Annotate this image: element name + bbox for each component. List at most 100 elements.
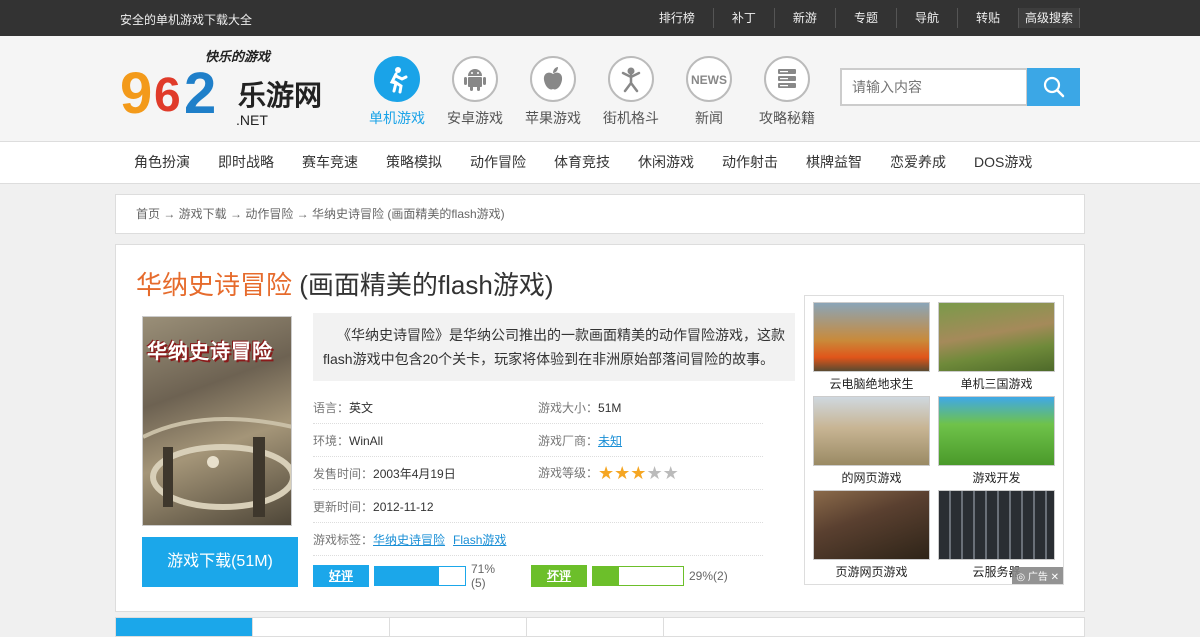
genre-board[interactable]: 棋牌益智 bbox=[792, 142, 876, 183]
top-link-repost[interactable]: 转贴 bbox=[956, 8, 1018, 28]
search-box bbox=[840, 68, 1080, 106]
cover-title: 华纳史诗冒险 bbox=[147, 341, 273, 363]
ad-item[interactable]: 页游网页游戏 bbox=[813, 490, 930, 584]
vendor-link[interactable]: 未知 bbox=[598, 434, 622, 448]
logo-digit-2: 2 bbox=[184, 61, 217, 126]
category-guides[interactable]: 攻略秘籍 bbox=[748, 56, 826, 128]
ad-label: 的网页游戏 bbox=[841, 471, 902, 485]
ad-item[interactable]: 的网页游戏 bbox=[813, 396, 930, 490]
info-icon: ◎ bbox=[1016, 572, 1026, 583]
game-description: 《华纳史诗冒险》是华纳公司推出的一款画面精美的动作冒险游戏，这款flash游戏中… bbox=[313, 313, 795, 381]
tags-label: 游戏标签： bbox=[313, 532, 374, 547]
genre-shooter[interactable]: 动作射击 bbox=[708, 142, 792, 183]
rating-label: 游戏等级： bbox=[538, 465, 599, 480]
tag-link[interactable]: Flash游戏 bbox=[453, 533, 506, 547]
info-row: 发售时间：2003年4月19日 游戏等级： ★ ★ ★ ★ ★ bbox=[313, 457, 763, 490]
info-row: 更新时间：2012-11-12 bbox=[313, 490, 763, 523]
tag-link[interactable]: 华纳史诗冒险 bbox=[373, 533, 445, 547]
good-vote-bar bbox=[374, 566, 466, 586]
top-link-rank[interactable]: 排行榜 bbox=[641, 8, 713, 28]
category-label: 苹果游戏 bbox=[525, 110, 581, 126]
close-icon[interactable]: ✕ bbox=[1051, 572, 1059, 583]
info-row: 游戏标签：华纳史诗冒险 Flash游戏 bbox=[313, 523, 763, 556]
tab[interactable] bbox=[253, 618, 390, 636]
ad-panel: 云电脑绝地求生 单机三国游戏 的网页游戏 游戏开发 页游网页游戏 云服务器 ◎ … bbox=[804, 295, 1064, 585]
game-cover-image[interactable]: 华纳史诗冒险 bbox=[142, 316, 292, 526]
updated-value: 2012-11-12 bbox=[373, 499, 434, 514]
updated-label: 更新时间： bbox=[313, 499, 374, 514]
ad-label: 页游网页游戏 bbox=[835, 565, 908, 579]
download-button[interactable]: 游戏下载(51M) bbox=[142, 537, 298, 587]
ad-badge[interactable]: ◎ 广告 ✕ bbox=[1012, 567, 1063, 584]
info-row: 语言：英文 游戏大小：51M bbox=[313, 391, 763, 424]
vote-panel: 好评 71%(5) 坏评 29%(2) bbox=[313, 562, 728, 590]
header: 快乐的游戏 9 6 2 乐游网 .NET 单机游戏 安卓游戏 苹果游戏 街机格斗… bbox=[0, 36, 1200, 142]
top-link-advanced-search[interactable]: 高级搜索 bbox=[1017, 8, 1080, 28]
tab-active[interactable] bbox=[116, 618, 253, 636]
genre-casual[interactable]: 休闲游戏 bbox=[624, 142, 708, 183]
tab[interactable] bbox=[390, 618, 527, 636]
logo-suffix: .NET bbox=[236, 112, 268, 128]
genre-rts[interactable]: 即时战略 bbox=[204, 142, 288, 183]
top-link-topic[interactable]: 专题 bbox=[834, 8, 896, 28]
genre-rpg[interactable]: 角色扮演 bbox=[120, 142, 204, 183]
ad-item[interactable]: 云电脑绝地求生 bbox=[813, 302, 930, 396]
top-link-new[interactable]: 新游 bbox=[773, 8, 835, 28]
release-value: 2003年4月19日 bbox=[373, 466, 456, 481]
genre-dating[interactable]: 恋爱养成 bbox=[876, 142, 960, 183]
good-vote-button[interactable]: 好评 bbox=[313, 565, 369, 587]
good-vote-fill bbox=[375, 567, 439, 585]
top-bar: 安全的单机游戏下载大全 排行榜 补丁 新游 专题 导航 转贴 高级搜索 bbox=[0, 0, 1200, 36]
genre-nav: 角色扮演 即时战略 赛车竞速 策略模拟 动作冒险 体育竞技 休闲游戏 动作射击 … bbox=[0, 142, 1200, 184]
star-empty-icon: ★ bbox=[662, 463, 679, 484]
ad-label: 云电脑绝地求生 bbox=[829, 377, 914, 391]
ad-item[interactable]: 单机三国游戏 bbox=[938, 302, 1055, 396]
ad-image bbox=[813, 490, 930, 560]
genre-dos[interactable]: DOS游戏 bbox=[960, 142, 1046, 183]
svg-text:NEWS: NEWS bbox=[691, 73, 727, 87]
tab[interactable] bbox=[527, 618, 664, 636]
news-icon: NEWS bbox=[686, 56, 732, 102]
ad-image bbox=[938, 490, 1055, 560]
book-stack-icon bbox=[764, 56, 810, 102]
category-label: 新闻 bbox=[695, 110, 723, 126]
category-arcade-fighting[interactable]: 街机格斗 bbox=[592, 56, 670, 128]
search-button[interactable] bbox=[1027, 68, 1080, 106]
search-input[interactable] bbox=[840, 68, 1028, 106]
game-subtitle: (画面精美的flash游戏) bbox=[292, 270, 554, 300]
rating-stars: ★ ★ ★ ★ ★ bbox=[598, 464, 679, 482]
cover-art bbox=[143, 417, 291, 517]
ad-item[interactable]: 游戏开发 bbox=[938, 396, 1055, 490]
crosshair-runner-icon bbox=[374, 56, 420, 102]
size-value: 51M bbox=[598, 400, 622, 415]
category-android-games[interactable]: 安卓游戏 bbox=[436, 56, 514, 128]
logo-digit-9: 9 bbox=[120, 61, 153, 126]
game-title: 华纳史诗冒险 bbox=[136, 270, 293, 300]
page-title: 华纳史诗冒险 (画面精美的flash游戏) bbox=[136, 265, 553, 302]
bad-vote-bar bbox=[592, 566, 684, 586]
ad-label: 游戏开发 bbox=[972, 471, 1021, 485]
genre-strategy[interactable]: 策略模拟 bbox=[372, 142, 456, 183]
ad-image bbox=[938, 302, 1055, 372]
top-link-patch[interactable]: 补丁 bbox=[712, 8, 774, 28]
bad-vote-button[interactable]: 坏评 bbox=[531, 565, 587, 587]
size-label: 游戏大小： bbox=[538, 400, 599, 415]
site-tagline: 安全的单机游戏下载大全 bbox=[120, 13, 253, 27]
logo-digit-6: 6 bbox=[154, 69, 181, 122]
top-link-nav[interactable]: 导航 bbox=[895, 8, 957, 28]
category-news[interactable]: NEWS 新闻 bbox=[670, 56, 748, 128]
env-label: 环境： bbox=[313, 433, 350, 448]
ad-image bbox=[813, 396, 930, 466]
apple-icon bbox=[530, 56, 576, 102]
ad-tag-text: 广告 bbox=[1027, 572, 1048, 583]
category-apple-games[interactable]: 苹果游戏 bbox=[514, 56, 592, 128]
breadcrumb[interactable]: 首页 → 游戏下载 → 动作冒险 → 华纳史诗冒险 (画面精美的flash游戏) bbox=[115, 194, 1085, 234]
category-label: 单机游戏 bbox=[369, 110, 425, 126]
genre-sports[interactable]: 体育竞技 bbox=[540, 142, 624, 183]
info-row: 环境：WinAll 游戏厂商：未知 bbox=[313, 424, 763, 457]
top-links: 排行榜 补丁 新游 专题 导航 转贴 高级搜索 bbox=[641, 0, 1080, 36]
site-logo[interactable]: 快乐的游戏 9 6 2 乐游网 .NET bbox=[120, 46, 330, 136]
category-pc-games[interactable]: 单机游戏 bbox=[358, 56, 436, 128]
genre-action-adventure[interactable]: 动作冒险 bbox=[456, 142, 540, 183]
genre-racing[interactable]: 赛车竞速 bbox=[288, 142, 372, 183]
